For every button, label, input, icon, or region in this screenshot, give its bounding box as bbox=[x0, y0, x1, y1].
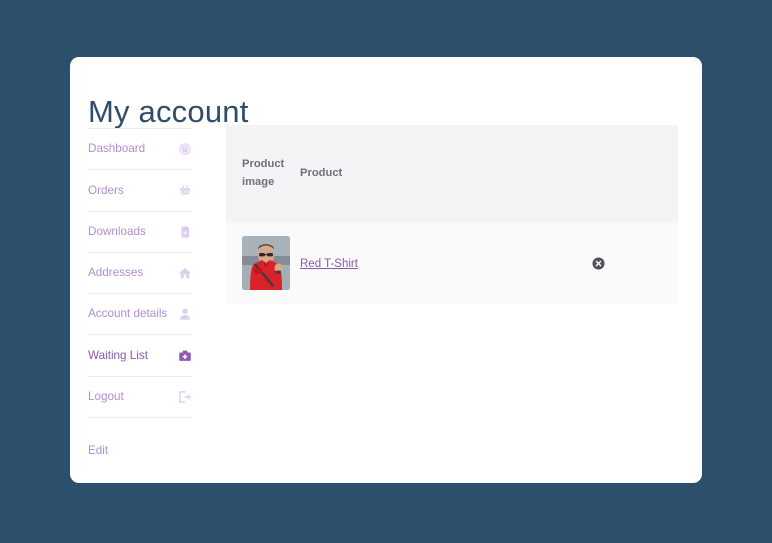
column-header-label: Product image bbox=[242, 158, 285, 188]
shopping-basket-icon bbox=[178, 183, 192, 197]
cell-remove bbox=[530, 222, 678, 304]
sidebar-item-edit[interactable]: Edit bbox=[88, 417, 192, 465]
sidebar-item-label: Downloads bbox=[88, 224, 146, 238]
user-icon bbox=[178, 307, 192, 321]
sidebar-item-downloads[interactable]: Downloads bbox=[88, 210, 192, 252]
page-root: My account Dashboard Orders Downloads Ad… bbox=[0, 0, 772, 543]
sidebar-item-label: Dashboard bbox=[88, 142, 146, 156]
sidebar-item-logout[interactable]: Logout bbox=[88, 375, 192, 417]
column-header-label bbox=[530, 143, 678, 205]
sidebar-item-account-details[interactable]: Account details bbox=[88, 293, 192, 334]
file-download-icon bbox=[178, 225, 192, 239]
sidebar-item-addresses[interactable]: Addresses bbox=[88, 251, 192, 293]
cell-product-name: Red T-Shirt bbox=[300, 222, 530, 304]
waiting-list-table: Product image Product Red T-Shirt bbox=[226, 125, 678, 304]
table-header-row: Product image Product bbox=[226, 125, 678, 223]
table-header: Product image Product bbox=[226, 125, 678, 223]
column-header-product-image: Product image bbox=[226, 125, 300, 223]
column-header-label: Product bbox=[300, 166, 343, 179]
my-account-card: My account Dashboard Orders Downloads Ad… bbox=[70, 57, 702, 483]
table-body: Red T-Shirt bbox=[226, 222, 678, 304]
home-icon bbox=[178, 266, 192, 280]
logout-arrow-icon bbox=[178, 390, 192, 404]
account-navigation: Dashboard Orders Downloads Addresses Acc… bbox=[88, 128, 192, 465]
sidebar-item-label: Account details bbox=[88, 307, 168, 321]
sidebar-item-label: Waiting List bbox=[88, 348, 148, 362]
sidebar-item-label: Orders bbox=[88, 183, 124, 197]
dashboard-gauge-icon bbox=[178, 142, 192, 156]
remove-circle-x-icon[interactable] bbox=[592, 257, 605, 270]
sidebar-item-label: Edit bbox=[88, 443, 109, 457]
sidebar-item-orders[interactable]: Orders bbox=[88, 169, 192, 210]
sidebar-item-dashboard[interactable]: Dashboard bbox=[88, 128, 192, 169]
table-row: Red T-Shirt bbox=[226, 222, 678, 304]
sidebar-item-waiting-list[interactable]: Waiting List bbox=[88, 334, 192, 375]
medical-bag-icon bbox=[178, 349, 192, 363]
product-name-link[interactable]: Red T-Shirt bbox=[300, 258, 358, 270]
sidebar-item-label: Logout bbox=[88, 390, 124, 404]
page-title: My account bbox=[88, 93, 249, 129]
sidebar-item-label: Addresses bbox=[88, 266, 144, 280]
cell-product-image bbox=[226, 222, 300, 304]
column-header-product: Product bbox=[300, 125, 530, 223]
column-header-remove bbox=[530, 125, 678, 223]
product-thumbnail[interactable] bbox=[242, 236, 290, 291]
